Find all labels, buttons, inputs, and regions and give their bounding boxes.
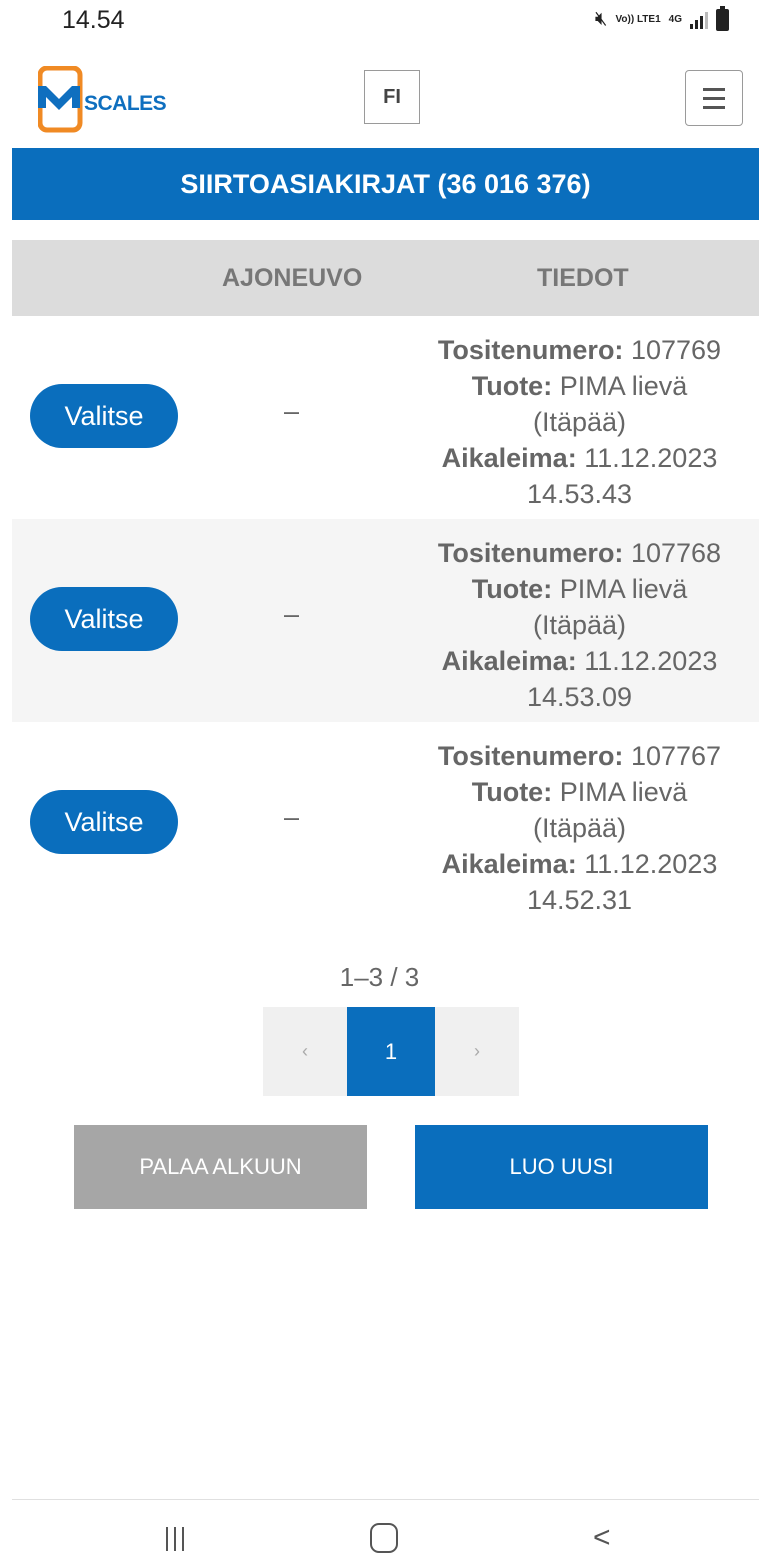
home-icon[interactable] (370, 1523, 398, 1553)
back-to-start-button[interactable]: PALAA ALKUUN (74, 1125, 367, 1209)
pagination-summary: 1–3 / 3 (339, 962, 420, 992)
timestamp-label: Aikaleima: (441, 646, 577, 676)
create-new-button[interactable]: LUO UUSI (415, 1125, 708, 1209)
status-time: 14.54 (62, 6, 125, 34)
signal-icon (690, 11, 708, 29)
previous-page-button[interactable]: ‹ (263, 1007, 347, 1096)
select-button[interactable]: Valitse (30, 384, 178, 448)
product-value: PIMA lievä (Itäpää) (532, 574, 688, 640)
network-type: 4G (668, 13, 682, 25)
timestamp-label: Aikaleima: (441, 849, 577, 879)
mscales-logo[interactable]: SCALES (37, 65, 178, 134)
product-label: Tuote: (471, 371, 553, 401)
page-1-button[interactable]: 1 (347, 1007, 435, 1096)
hamburger-menu-button[interactable] (685, 70, 743, 126)
product-value: PIMA lievä (Itäpää) (532, 371, 688, 437)
vehicle-value: – (284, 802, 300, 832)
mute-icon: 🔇︎ (594, 8, 608, 30)
table-row: Valitse – Tositenumero: 107768 Tuote: PI… (12, 519, 759, 722)
menu-icon-line (703, 96, 725, 100)
column-header-vehicle: AJONEUVO (222, 264, 363, 292)
voucher-number: 107769 (630, 335, 722, 365)
row-details: Tositenumero: 107767 Tuote: PIMA lievä (… (422, 738, 737, 918)
volte-indicator: Vo)) LTE1 (615, 13, 661, 25)
pagination: ‹ 1 › (263, 1007, 519, 1096)
page-title: SIIRTOASIAKIRJAT (36 016 376) (12, 148, 759, 220)
vehicle-value: – (284, 396, 300, 426)
product-value: PIMA lievä (Itäpää) (532, 777, 688, 843)
status-bar: 14.54 🔇︎ Vo)) LTE1 4G (0, 0, 759, 42)
product-label: Tuote: (471, 777, 553, 807)
battery-icon (716, 5, 729, 31)
row-details: Tositenumero: 107768 Tuote: PIMA lievä (… (422, 535, 737, 715)
voucher-number: 107768 (630, 538, 722, 568)
column-header-details: TIEDOT (537, 264, 629, 292)
table-header: AJONEUVO TIEDOT (12, 240, 759, 316)
recent-apps-icon[interactable] (166, 1527, 184, 1551)
next-page-button[interactable]: › (435, 1007, 519, 1096)
status-icons: 🔇︎ Vo)) LTE1 4G (594, 5, 729, 31)
logo-mark-icon (37, 65, 83, 133)
navbar-divider (12, 1499, 759, 1500)
language-button[interactable]: FI (364, 70, 420, 124)
menu-icon-line (703, 87, 725, 91)
select-button[interactable]: Valitse (30, 587, 178, 651)
voucher-label: Tositenumero: (437, 741, 624, 771)
voucher-label: Tositenumero: (437, 538, 624, 568)
product-label: Tuote: (471, 574, 553, 604)
back-icon[interactable]: < (593, 1521, 611, 1555)
logo-text: SCALES (84, 92, 167, 115)
table-row: Valitse – Tositenumero: 107767 Tuote: PI… (12, 722, 759, 925)
row-details: Tositenumero: 107769 Tuote: PIMA lievä (… (422, 332, 737, 512)
timestamp-label: Aikaleima: (441, 443, 577, 473)
select-button[interactable]: Valitse (30, 790, 178, 854)
voucher-label: Tositenumero: (437, 335, 624, 365)
table-row: Valitse – Tositenumero: 107769 Tuote: PI… (12, 316, 759, 519)
voucher-number: 107767 (630, 741, 722, 771)
vehicle-value: – (284, 599, 300, 629)
menu-icon-line (703, 105, 725, 109)
